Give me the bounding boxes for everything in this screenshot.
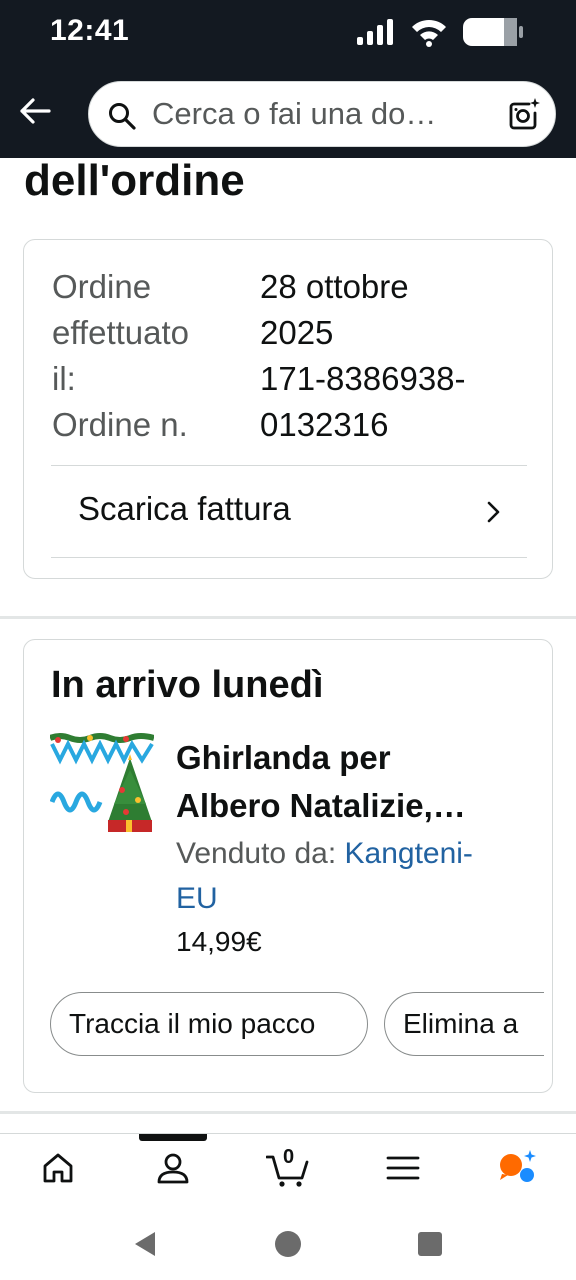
delete-button[interactable]: Elimina a [384, 992, 544, 1056]
order-number-label: Ordine n. [52, 406, 188, 443]
cart-count: 0 [283, 1146, 295, 1168]
sold-by-label: Venduto da: [176, 837, 345, 870]
divider [51, 557, 527, 558]
search-input[interactable]: Cerca o fai una do… [152, 96, 482, 132]
home-circle-icon[interactable] [273, 1229, 303, 1259]
download-invoice-row[interactable]: Scarica fattura [24, 466, 552, 558]
order-number-value: 171-8386938- [260, 360, 466, 397]
back-arrow-icon[interactable] [18, 94, 52, 128]
product-thumbnail[interactable] [50, 730, 154, 834]
product-name-link[interactable]: Ghirlanda per Albero Natalizie,… [176, 734, 526, 830]
product-name-line: Ghirlanda per [176, 739, 391, 776]
order-info-card: Ordine effettuato il: Ordine n. 28 ottob… [23, 239, 553, 579]
status-bar: 12:41 [0, 0, 576, 66]
search-bar[interactable]: Cerca o fai una do… [88, 81, 556, 147]
app-header: Cerca o fai una do… [0, 66, 576, 158]
shipment-card: In arrivo lunedì Ghirlanda per Albero Na… [23, 639, 553, 1093]
search-icon [109, 103, 136, 130]
chevron-right-icon [487, 501, 500, 523]
status-icons [356, 17, 524, 47]
status-time: 12:41 [50, 14, 130, 47]
signal-icon [357, 19, 393, 45]
download-invoice-label: Scarica fattura [78, 490, 291, 527]
assistant-icon[interactable] [496, 1148, 536, 1188]
wifi-icon [412, 19, 446, 47]
menu-icon[interactable] [383, 1148, 423, 1188]
back-triangle-icon[interactable] [131, 1230, 159, 1258]
product-name-line: Albero Natalizie,… [176, 787, 466, 824]
delivery-status-title: In arrivo lunedì [51, 664, 324, 706]
order-date-value: 2025 [260, 314, 334, 351]
seller-link[interactable]: EU [176, 882, 218, 915]
battery-icon [463, 18, 523, 46]
account-icon[interactable] [153, 1148, 193, 1188]
system-nav-bar [0, 1205, 576, 1280]
home-icon[interactable] [38, 1148, 78, 1188]
section-separator [0, 1111, 576, 1114]
order-date-label: il: [52, 360, 76, 397]
sold-by-text: Venduto da: Kangteni- EU [176, 831, 526, 921]
recents-square-icon[interactable] [417, 1231, 443, 1257]
section-separator [0, 616, 576, 619]
bottom-nav: 0 [0, 1133, 576, 1205]
seller-link[interactable]: Kangteni- [345, 837, 473, 870]
order-date-value: 28 ottobre [260, 268, 409, 305]
active-tab-indicator [139, 1134, 207, 1141]
order-date-label: Ordine [52, 268, 152, 305]
page-title: dell'ordine [24, 156, 245, 205]
track-package-button[interactable]: Traccia il mio pacco [50, 992, 368, 1056]
cart-button[interactable]: 0 [266, 1146, 314, 1188]
order-date-label: effettuato [52, 314, 190, 351]
order-number-value: 0132316 [260, 406, 389, 443]
camera-lens-icon[interactable] [505, 96, 541, 132]
product-price: 14,99€ [176, 926, 262, 957]
